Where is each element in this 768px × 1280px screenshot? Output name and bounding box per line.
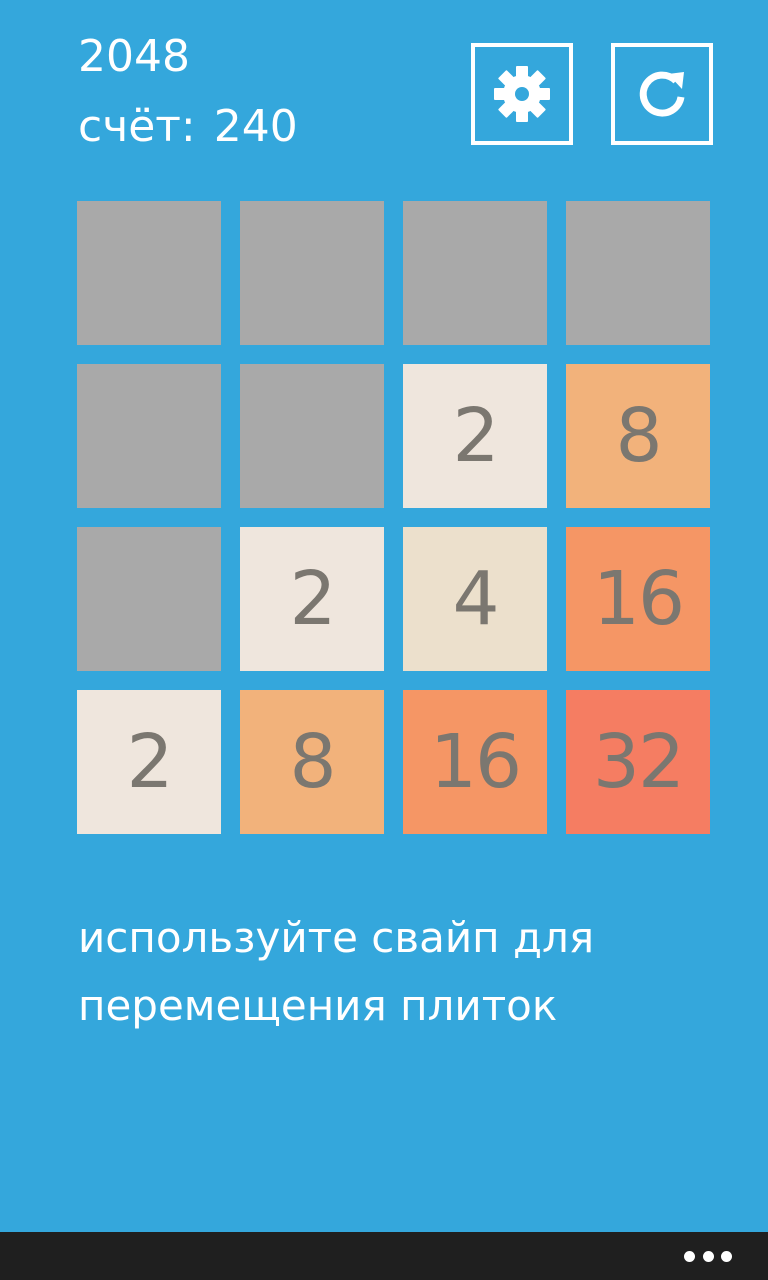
empty-cell [403, 201, 547, 345]
score-label: счёт: [78, 101, 196, 152]
empty-cell [77, 364, 221, 508]
tile-2: 2 [403, 364, 547, 508]
gear-icon [494, 66, 550, 122]
more-button[interactable] [684, 1242, 732, 1270]
game-board[interactable]: 2 8 2 4 16 2 8 16 32 [77, 201, 711, 835]
settings-button[interactable] [471, 43, 573, 145]
empty-cell [566, 201, 710, 345]
score-display: счёт: 240 [78, 100, 298, 154]
score-value: 240 [213, 101, 298, 152]
app-bar [0, 1232, 768, 1280]
tile-32: 32 [566, 690, 710, 834]
tile-8: 8 [566, 364, 710, 508]
game-title: 2048 [78, 31, 190, 82]
tile-16: 16 [566, 527, 710, 671]
tile-8: 8 [240, 690, 384, 834]
empty-cell [240, 201, 384, 345]
tile-2: 2 [240, 527, 384, 671]
restart-button[interactable] [611, 43, 713, 145]
tile-16: 16 [403, 690, 547, 834]
tile-4: 4 [403, 527, 547, 671]
swipe-hint: используйте свайп для перемещения плиток [78, 913, 595, 1030]
empty-cell [240, 364, 384, 508]
tile-2: 2 [77, 690, 221, 834]
ellipsis-icon [702, 1250, 714, 1262]
ellipsis-icon [684, 1250, 695, 1262]
empty-cell [77, 527, 221, 671]
empty-cell [77, 201, 221, 345]
refresh-icon [639, 71, 685, 117]
ellipsis-icon [721, 1250, 732, 1262]
